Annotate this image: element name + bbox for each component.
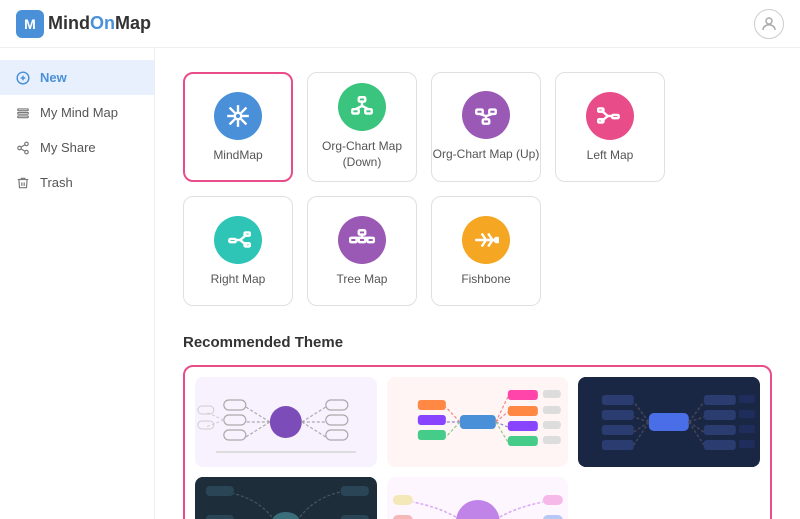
app-body: New My Mind Map My Share Trash — [0, 48, 800, 519]
my-mind-map-icon — [16, 106, 30, 120]
map-card-mindmap[interactable]: MindMap — [183, 72, 293, 182]
mindmap-icon — [214, 92, 262, 140]
theme-preview-3 — [578, 377, 760, 467]
trash-icon — [16, 176, 30, 190]
sidebar: New My Mind Map My Share Trash — [0, 48, 155, 519]
sidebar-item-my-share[interactable]: My Share — [0, 130, 154, 165]
theme-preview-4 — [195, 477, 377, 519]
mindmap-label: MindMap — [213, 148, 262, 162]
logo-text: MindOnMap — [48, 13, 151, 34]
map-card-left-map[interactable]: Left Map — [555, 72, 665, 182]
fishbone-label: Fishbone — [461, 272, 510, 286]
theme-card-dark-teal[interactable] — [195, 477, 377, 519]
sidebar-my-mind-map-label: My Mind Map — [40, 105, 118, 120]
map-card-tree-map[interactable]: Tree Map — [307, 196, 417, 306]
sidebar-new-label: New — [40, 70, 67, 85]
map-card-fishbone[interactable]: Fishbone — [431, 196, 541, 306]
user-avatar[interactable] — [754, 9, 784, 39]
map-card-org-up[interactable]: Org-Chart Map (Up) — [431, 72, 541, 182]
right-map-label: Right Map — [211, 272, 266, 286]
sidebar-my-share-label: My Share — [40, 140, 96, 155]
sidebar-item-trash[interactable]: Trash — [0, 165, 154, 200]
right-map-icon — [214, 216, 262, 264]
left-map-label: Left Map — [587, 148, 634, 162]
map-type-grid: MindMap Org-Chart Map (Down) Org-Chart M… — [183, 72, 772, 306]
logo-icon: M — [16, 10, 44, 38]
my-share-icon — [16, 141, 30, 155]
recommended-theme-section: Recommended Theme — [183, 334, 772, 519]
theme-card-light-purple[interactable] — [195, 377, 377, 467]
logo: M MindOnMap — [16, 10, 151, 38]
tree-map-icon — [338, 216, 386, 264]
sidebar-item-my-mind-map[interactable]: My Mind Map — [0, 95, 154, 130]
new-icon — [16, 71, 30, 85]
left-map-icon — [586, 92, 634, 140]
sidebar-item-new[interactable]: New — [0, 60, 154, 95]
tree-map-label: Tree Map — [337, 272, 388, 286]
org-up-label: Org-Chart Map (Up) — [433, 147, 540, 163]
org-down-icon — [338, 83, 386, 131]
map-card-right-map[interactable]: Right Map — [183, 196, 293, 306]
theme-card-pastel[interactable] — [387, 477, 569, 519]
theme-preview-1 — [195, 377, 377, 467]
org-down-label: Org-Chart Map (Down) — [308, 139, 416, 170]
theme-card-colorful[interactable] — [387, 377, 569, 467]
theme-grid — [183, 365, 772, 519]
theme-preview-5 — [387, 477, 569, 519]
theme-card-dark[interactable] — [578, 377, 760, 467]
org-up-icon — [462, 91, 510, 139]
theme-preview-2 — [387, 377, 569, 467]
app-header: M MindOnMap — [0, 0, 800, 48]
sidebar-trash-label: Trash — [40, 175, 73, 190]
main-content: MindMap Org-Chart Map (Down) Org-Chart M… — [155, 48, 800, 519]
fishbone-icon — [462, 216, 510, 264]
map-card-org-down[interactable]: Org-Chart Map (Down) — [307, 72, 417, 182]
recommended-theme-title: Recommended Theme — [183, 334, 772, 351]
